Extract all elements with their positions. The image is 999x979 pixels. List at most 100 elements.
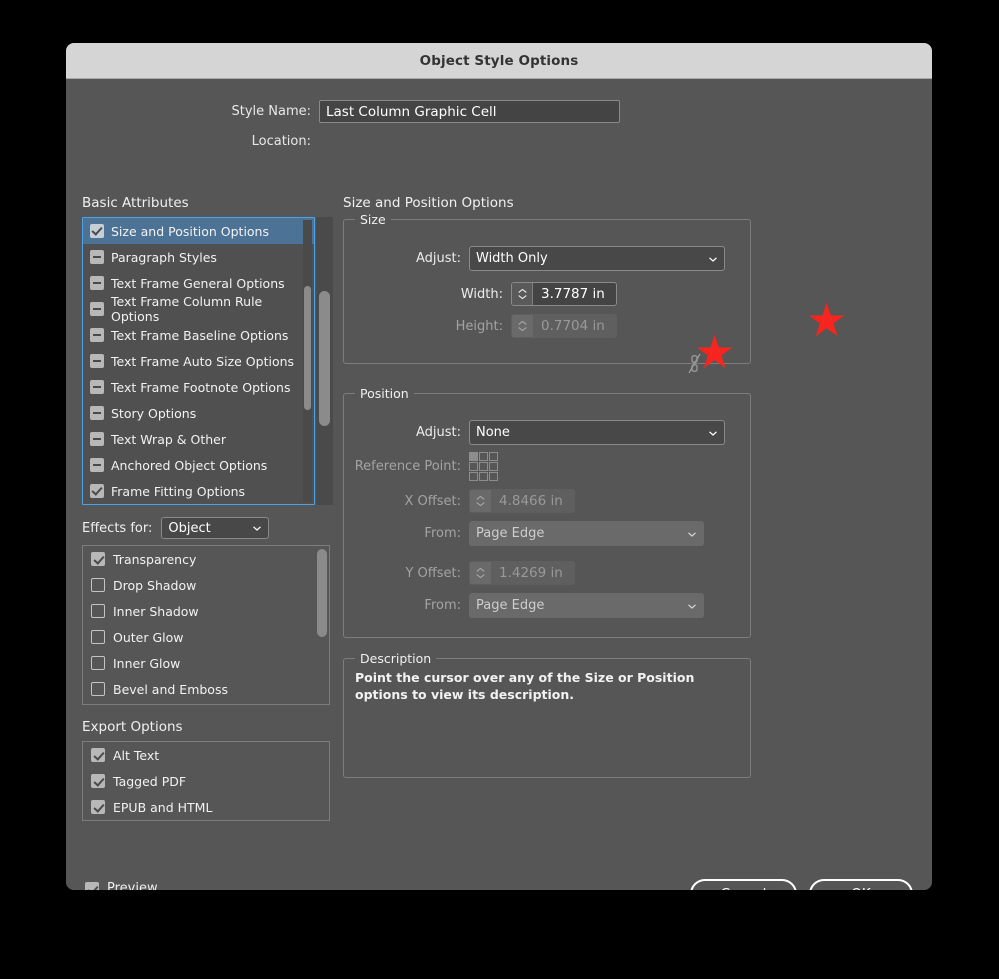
export-option-row[interactable]: Tagged PDF bbox=[83, 768, 329, 794]
preview-checkbox[interactable] bbox=[85, 882, 99, 891]
export-options-list[interactable]: Alt Text Tagged PDF EPUB and HTML bbox=[82, 741, 330, 821]
dialog-title: Object Style Options bbox=[420, 53, 579, 69]
chevron-down-icon bbox=[476, 502, 485, 506]
checkbox-checked-icon[interactable] bbox=[91, 774, 105, 788]
effects-for-select[interactable]: Object bbox=[161, 517, 269, 539]
basic-attributes-heading: Basic Attributes bbox=[82, 195, 189, 211]
reference-point-grid[interactable] bbox=[469, 452, 499, 480]
attribute-row[interactable]: Text Frame Baseline Options bbox=[83, 322, 314, 348]
attribute-row[interactable]: Text Frame General Options bbox=[83, 270, 314, 296]
reference-point-cell[interactable] bbox=[489, 452, 498, 461]
checkbox-dash-icon[interactable] bbox=[90, 380, 104, 394]
attribute-row[interactable]: Text Frame Column Rule Options bbox=[83, 296, 314, 322]
attribute-row[interactable]: Text Frame Auto Size Options bbox=[83, 348, 314, 374]
checkbox-checked-icon[interactable] bbox=[90, 484, 104, 498]
attribute-label: Text Frame General Options bbox=[111, 276, 285, 291]
attribute-label: Text Frame Column Rule Options bbox=[111, 294, 314, 324]
y-from-row: From: Page Edge bbox=[344, 593, 704, 618]
reference-point-cell[interactable] bbox=[479, 472, 488, 481]
effect-label: Drop Shadow bbox=[113, 578, 196, 593]
checkbox-dash-icon[interactable] bbox=[90, 302, 104, 316]
attribute-list-scrollbar-thumb[interactable] bbox=[304, 286, 311, 410]
checkbox-dash-icon[interactable] bbox=[90, 250, 104, 264]
attribute-row[interactable]: Frame Fitting Options bbox=[83, 478, 314, 504]
effect-row[interactable]: Inner Shadow bbox=[83, 598, 329, 624]
annotation-star-adjust: ★ bbox=[806, 297, 847, 343]
attributes-outer-scrollbar-thumb[interactable] bbox=[319, 291, 330, 426]
checkbox-dash-icon[interactable] bbox=[90, 406, 104, 420]
style-name-input[interactable]: Last Column Graphic Cell bbox=[319, 100, 620, 123]
position-adjust-select[interactable]: None bbox=[469, 420, 725, 445]
width-stepper[interactable] bbox=[512, 283, 533, 305]
chevron-up-icon bbox=[518, 321, 527, 325]
reference-point-cell[interactable] bbox=[489, 462, 498, 471]
reference-point-cell[interactable] bbox=[489, 472, 498, 481]
size-adjust-value: Width Only bbox=[476, 251, 548, 266]
effects-list-scrollbar-thumb[interactable] bbox=[317, 549, 327, 637]
export-options-heading: Export Options bbox=[82, 719, 183, 735]
reference-point-cell[interactable] bbox=[479, 462, 488, 471]
reference-point-cell[interactable] bbox=[479, 452, 488, 461]
attribute-label: Text Frame Auto Size Options bbox=[111, 354, 294, 369]
cancel-button[interactable]: Cancel bbox=[690, 879, 797, 890]
location-label: Location: bbox=[66, 134, 319, 149]
checkbox-unchecked-icon[interactable] bbox=[91, 604, 105, 618]
description-group: Description Point the cursor over any of… bbox=[343, 658, 751, 778]
height-stepper bbox=[512, 315, 533, 337]
attribute-row[interactable]: Story Options bbox=[83, 400, 314, 426]
effect-row[interactable]: Bevel and Emboss bbox=[83, 676, 329, 702]
effects-list-scrollbar[interactable] bbox=[317, 549, 327, 701]
effect-row[interactable]: Drop Shadow bbox=[83, 572, 329, 598]
attribute-list-scrollbar[interactable] bbox=[303, 220, 312, 502]
export-option-label: Tagged PDF bbox=[113, 774, 186, 789]
checkbox-unchecked-icon[interactable] bbox=[91, 578, 105, 592]
location-row: Location: bbox=[66, 134, 932, 149]
size-group: Size Adjust: Width Only Width: bbox=[343, 219, 751, 364]
checkbox-checked-icon[interactable] bbox=[90, 224, 104, 238]
annotation-star-width: ★ bbox=[694, 329, 735, 375]
export-option-row[interactable]: EPUB and HTML bbox=[83, 794, 329, 820]
basic-attributes-list[interactable]: Size and Position Options Paragraph Style… bbox=[82, 217, 315, 505]
effects-list[interactable]: Transparency Drop Shadow Inner ShadowOuter… bbox=[82, 545, 330, 705]
preview-row[interactable]: Preview bbox=[85, 881, 158, 890]
attribute-row[interactable]: Text Frame Footnote Options bbox=[83, 374, 314, 400]
size-adjust-select[interactable]: Width Only bbox=[469, 246, 725, 271]
reference-point-label: Reference Point: bbox=[344, 459, 469, 474]
size-height-value: 0.7704 in bbox=[533, 318, 605, 334]
preview-label: Preview bbox=[107, 881, 158, 890]
reference-point-cell[interactable] bbox=[469, 472, 478, 481]
reference-point-cell[interactable] bbox=[469, 452, 478, 461]
ok-button[interactable]: OK bbox=[809, 879, 913, 890]
attribute-row[interactable]: Size and Position Options bbox=[83, 218, 314, 244]
checkbox-unchecked-icon[interactable] bbox=[91, 630, 105, 644]
chevron-up-icon bbox=[518, 289, 527, 293]
export-option-row[interactable]: Alt Text bbox=[83, 742, 329, 768]
attribute-row[interactable]: Text Wrap & Other bbox=[83, 426, 314, 452]
checkbox-checked-icon[interactable] bbox=[91, 800, 105, 814]
checkbox-checked-icon[interactable] bbox=[91, 748, 105, 762]
reference-point-cell[interactable] bbox=[469, 462, 478, 471]
effect-row[interactable]: Outer Glow bbox=[83, 624, 329, 650]
size-height-row: Height: 0.7704 in bbox=[344, 314, 617, 338]
x-offset-row: X Offset: 4.8466 in bbox=[344, 489, 575, 513]
effect-row[interactable]: Inner Glow bbox=[83, 650, 329, 676]
x-offset-value: 4.8466 in bbox=[491, 493, 563, 509]
attribute-label: Size and Position Options bbox=[111, 224, 269, 239]
attributes-outer-scrollbar[interactable] bbox=[316, 217, 333, 505]
attribute-row[interactable]: Anchored Object Options bbox=[83, 452, 314, 478]
size-adjust-label: Adjust: bbox=[344, 251, 469, 266]
checkbox-unchecked-icon[interactable] bbox=[91, 682, 105, 696]
attribute-row[interactable]: Paragraph Styles bbox=[83, 244, 314, 270]
checkbox-dash-icon[interactable] bbox=[90, 432, 104, 446]
size-width-input[interactable]: 3.7787 in bbox=[511, 282, 617, 306]
effect-label: Transparency bbox=[113, 552, 196, 567]
effect-row[interactable]: Transparency bbox=[83, 546, 329, 572]
checkbox-dash-icon[interactable] bbox=[90, 354, 104, 368]
checkbox-dash-icon[interactable] bbox=[90, 458, 104, 472]
checkbox-dash-icon[interactable] bbox=[90, 276, 104, 290]
checkbox-dash-icon[interactable] bbox=[90, 328, 104, 342]
checkbox-checked-icon[interactable] bbox=[91, 552, 105, 566]
checkbox-unchecked-icon[interactable] bbox=[91, 656, 105, 670]
y-from-select: Page Edge bbox=[469, 593, 704, 618]
y-from-label: From: bbox=[344, 598, 469, 613]
